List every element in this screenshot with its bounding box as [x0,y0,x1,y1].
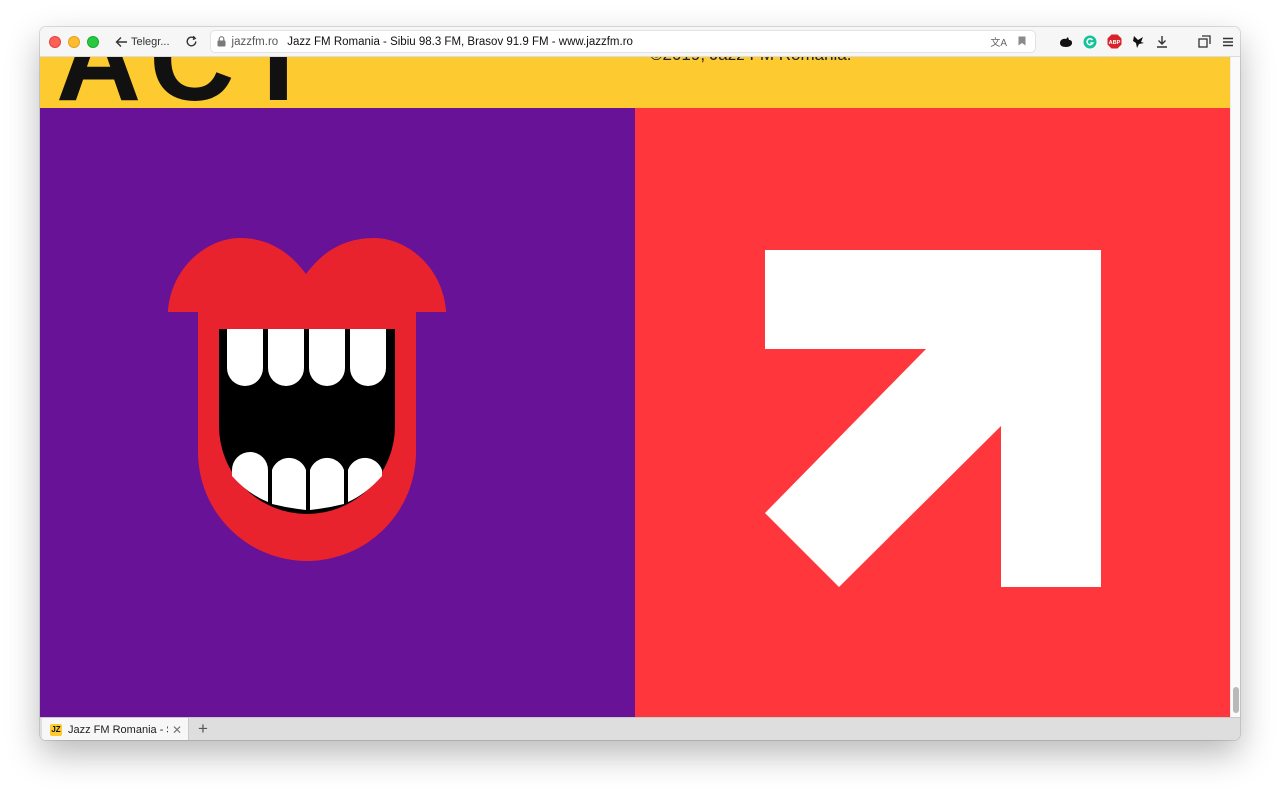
puzzle-icon[interactable] [1054,32,1078,52]
reload-button[interactable] [185,35,198,48]
bird-icon[interactable] [1126,32,1150,52]
browser-window: Telegr... jazzfm.ro Jazz FM Romania - Si… [40,27,1240,740]
reload-icon [186,35,197,47]
maximize-window-button[interactable] [87,35,99,48]
web-page: ACT ©2019, Jazz FM Romania. [40,57,1240,717]
grammarly-icon[interactable] [1078,32,1102,52]
arrow-panel[interactable] [635,108,1230,717]
footer-band: ACT ©2019, Jazz FM Romania. [40,57,1230,108]
footer-logo[interactable]: ACT [56,57,323,108]
page-title: Jazz FM Romania - Sibiu 98.3 FM, Brasov … [287,35,633,48]
jazz-fm-favicon: JZ [50,723,62,736]
adblock-icon[interactable]: ABP [1102,32,1126,52]
translate-icon[interactable]: 文A [990,34,1007,49]
page-scrollbar[interactable] [1230,57,1240,717]
close-tab-icon[interactable]: ✕ [172,723,182,737]
singing-mouth-icon [168,238,446,561]
lock-icon [217,36,226,47]
minimize-window-button[interactable] [68,35,80,48]
bookmark-icon[interactable] [1018,36,1026,49]
arrow-left-icon [115,36,127,47]
address-bar[interactable]: jazzfm.ro Jazz FM Romania - Sibiu 98.3 F… [209,30,1036,53]
url-domain: jazzfm.ro [231,35,279,48]
tab-bar: JZ Jazz FM Romania - Sibiu ✕ + [40,717,1240,740]
tab-jazz-fm[interactable]: JZ Jazz FM Romania - Sibiu ✕ [42,718,189,740]
mouth-panel[interactable] [40,108,635,717]
scrollbar-thumb[interactable] [1233,687,1239,713]
menu-icon[interactable] [1216,32,1240,52]
adblock-label: ABP [1108,40,1120,46]
extension-toolbar: ABP [1054,32,1240,52]
arrow-up-right-icon [765,250,1101,587]
browser-toolbar: Telegr... jazzfm.ro Jazz FM Romania - Si… [40,27,1240,57]
tab-title: Jazz FM Romania - Sibiu [68,723,168,736]
back-button-label: Telegr... [131,35,170,48]
new-tab-button[interactable]: + [198,719,208,739]
back-button[interactable]: Telegr... [115,36,170,48]
tab-overview-icon[interactable] [1192,32,1216,52]
download-icon[interactable] [1150,32,1174,52]
copyright-text: ©2019, Jazz FM Romania. [650,57,852,65]
window-controls [49,35,99,48]
close-window-button[interactable] [49,35,61,48]
